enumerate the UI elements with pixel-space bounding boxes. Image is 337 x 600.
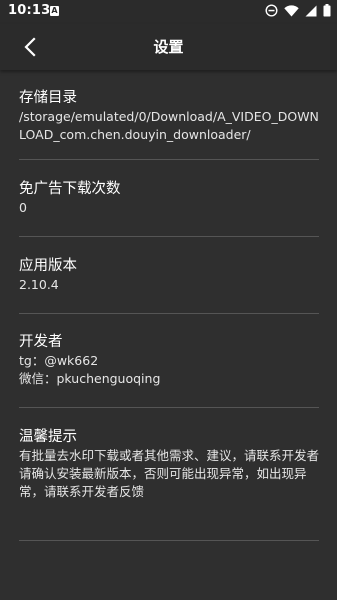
wifi-icon (284, 4, 299, 17)
divider (19, 236, 319, 237)
setting-item-developer[interactable]: 开发者 tg：@wk662 微信：pkuchenguoqing (19, 332, 319, 388)
setting-title: 开发者 (19, 334, 63, 350)
setting-value: /storage/emulated/0/Download/A_VIDEO_DOW… (19, 109, 319, 142)
divider (19, 540, 319, 541)
divider (19, 159, 319, 160)
battery-icon (323, 4, 331, 17)
status-bar: 10:13 A (0, 0, 337, 24)
setting-title: 温馨提示 (19, 429, 77, 445)
setting-item-ad-free-downloads[interactable]: 免广告下载次数 0 (19, 179, 319, 217)
notification-app-icon: A (50, 6, 59, 16)
status-icons (265, 4, 331, 17)
setting-item-app-version[interactable]: 应用版本 2.10.4 (19, 256, 319, 294)
setting-value: 2.10.4 (19, 277, 59, 292)
divider (19, 407, 319, 408)
tip-text: 有批量去水印下载或者其他需求、建议，请联系开发者 (19, 448, 320, 463)
signal-icon (305, 5, 317, 17)
setting-item-storage-directory[interactable]: 存储目录 /storage/emulated/0/Download/A_VIDE… (19, 88, 319, 144)
status-time: 10:13 (8, 3, 51, 18)
setting-value: 0 (19, 200, 27, 215)
developer-wechat: 微信：pkuchenguoqing (19, 371, 161, 386)
do-not-disturb-icon (265, 4, 278, 17)
app-bar: 设置 (0, 24, 337, 70)
tip-text: 请确认安装最新版本，否则可能出现异常，如出现异常，请联系开发者反馈 (19, 466, 307, 499)
setting-title: 存储目录 (19, 90, 77, 106)
divider (19, 313, 319, 314)
developer-telegram: tg：@wk662 (19, 353, 99, 368)
setting-item-tips[interactable]: 温馨提示 有批量去水印下载或者其他需求、建议，请联系开发者 请确认安装最新版本，… (19, 427, 319, 501)
page-title: 设置 (153, 38, 184, 56)
setting-title: 免广告下载次数 (19, 181, 121, 197)
setting-title: 应用版本 (19, 258, 77, 274)
